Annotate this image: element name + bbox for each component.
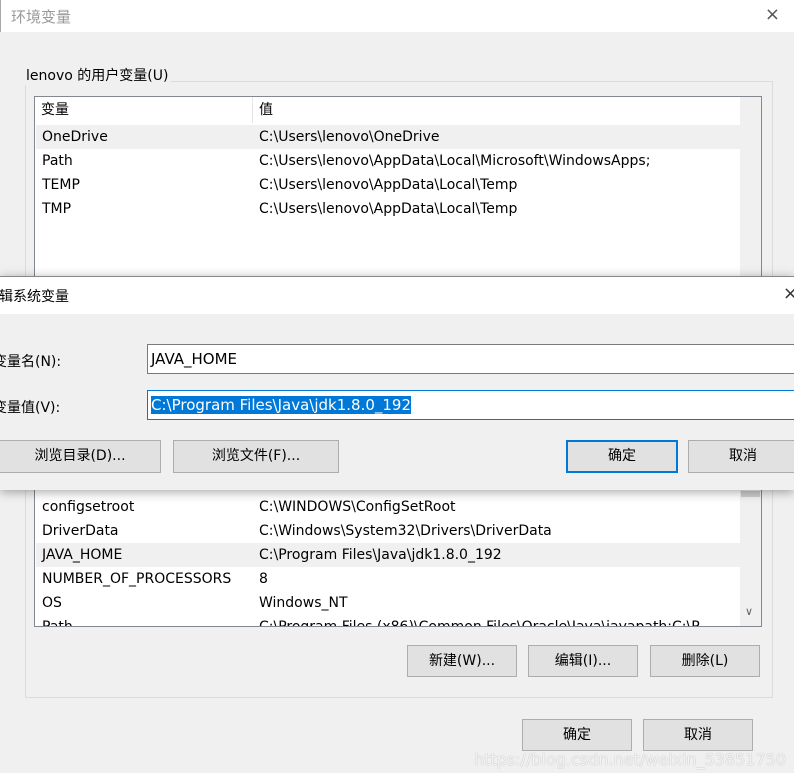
watermark: https://blog.csdn.net/weixin_53851750 [473, 750, 786, 769]
table-row-selected[interactable]: JAVA_HOME C:\Program Files\Java\jdk1.8.0_… [36, 543, 740, 567]
browse-file-button[interactable]: 浏览文件(F)... [173, 440, 339, 473]
table-row[interactable]: DriverData C:\Windows\System32\Drivers\Dr… [36, 519, 740, 543]
table-row[interactable]: OS Windows_NT [36, 591, 740, 615]
delete-button[interactable]: 删除(L) [650, 645, 760, 677]
dialog-title: 编辑系统变量 [0, 289, 69, 305]
edit-button[interactable]: 编辑(I)... [528, 645, 638, 677]
value-label: 变量值(V): [0, 400, 61, 416]
user-vars-list[interactable]: 变量 值 OneDrive C:\Users\lenovo\OneDrive Pa… [34, 96, 762, 286]
table-row[interactable]: configsetroot C:\WINDOWS\ConfigSetRoot [36, 495, 740, 519]
ok-button[interactable]: 确定 [522, 719, 632, 751]
edit-system-variable-dialog: 编辑系统变量 × 变量名(N): JAVA_HOME 变量值(V): C:\Pr… [0, 276, 794, 490]
table-row[interactable]: NUMBER_OF_PROCESSORS 8 [36, 567, 740, 591]
dialog-titlebar: 编辑系统变量 × [0, 277, 794, 314]
close-icon[interactable]: × [783, 283, 794, 304]
window-title: 环境变量 [11, 8, 72, 26]
close-icon[interactable]: × [765, 4, 780, 25]
user-vars-label: lenovo 的用户变量(U) [23, 65, 172, 85]
table-row[interactable]: TEMP C:\Users\lenovo\AppData\Local\Temp [36, 173, 740, 197]
new-button[interactable]: 新建(W)... [407, 645, 517, 677]
name-label: 变量名(N): [0, 354, 62, 370]
cancel-button[interactable]: 取消 [643, 719, 753, 751]
dialog-ok-button[interactable]: 确定 [566, 440, 678, 473]
table-row[interactable]: Path C:\Users\lenovo\AppData\Local\Micros… [36, 149, 740, 173]
table-row[interactable]: Path C:\Program Files (x86)\Common Files\… [36, 615, 740, 626]
variable-name-input[interactable]: JAVA_HOME [147, 344, 794, 374]
system-vars-list[interactable]: configsetroot C:\WINDOWS\ConfigSetRoot Dr… [34, 480, 762, 627]
dialog-cancel-button[interactable]: 取消 [688, 440, 794, 473]
chevron-down-icon[interactable]: ∨ [745, 605, 753, 618]
window-titlebar: 环境变量 × [0, 0, 794, 32]
column-header-value[interactable]: 值 [253, 97, 741, 123]
column-header-name[interactable]: 变量 [35, 97, 253, 123]
scrollbar[interactable]: ∨ [740, 481, 761, 626]
scrollbar-thumb[interactable] [741, 491, 760, 497]
variable-value-input[interactable]: C:\Program Files\Java\jdk1.8.0_192 [147, 390, 794, 420]
scrollbar[interactable] [740, 97, 761, 285]
table-row[interactable]: TMP C:\Users\lenovo\AppData\Local\Temp [36, 197, 740, 221]
selected-text: C:\Program Files\Java\jdk1.8.0_192 [151, 396, 412, 414]
table-row[interactable]: OneDrive C:\Users\lenovo\OneDrive [36, 125, 740, 149]
browse-directory-button[interactable]: 浏览目录(D)... [0, 440, 161, 473]
